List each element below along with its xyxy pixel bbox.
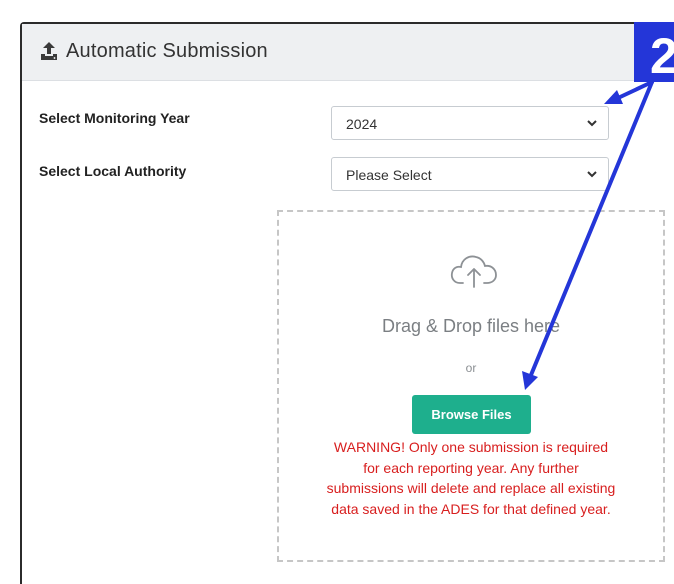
panel-title: Automatic Submission (66, 40, 268, 62)
panel-header: Automatic Submission (22, 24, 674, 81)
monitoring-year-select[interactable]: 2024 (331, 106, 609, 140)
local-authority-value: Please Select (346, 167, 432, 183)
local-authority-label: Select Local Authority (39, 163, 187, 179)
file-dropzone[interactable]: Drag & Drop files here or Browse Files W… (277, 210, 665, 562)
chevron-down-icon (587, 171, 597, 178)
automatic-submission-panel: Automatic Submission Select Monitoring Y… (20, 22, 674, 584)
monitoring-year-label: Select Monitoring Year (39, 110, 190, 126)
chevron-down-icon (587, 120, 597, 127)
upload-icon (41, 42, 57, 60)
monitoring-year-value: 2024 (346, 116, 378, 132)
warning-line: submissions will delete and replace all … (326, 480, 616, 496)
warning-line: for each reporting year. Any further (363, 459, 579, 476)
browse-files-button[interactable]: Browse Files (412, 395, 531, 434)
warning-line: data saved in the ADES for that defined … (331, 500, 611, 517)
warning-line: WARNING! Only one submission is required (333, 439, 609, 455)
local-authority-select[interactable]: Please Select (331, 157, 609, 191)
warning-message: WARNING! Only one submission is required… (303, 437, 639, 519)
cloud-upload-icon (450, 255, 497, 288)
step-number: 2 (650, 28, 674, 84)
dropzone-or: or (465, 361, 477, 375)
dropzone-title: Drag & Drop files here (381, 316, 561, 336)
